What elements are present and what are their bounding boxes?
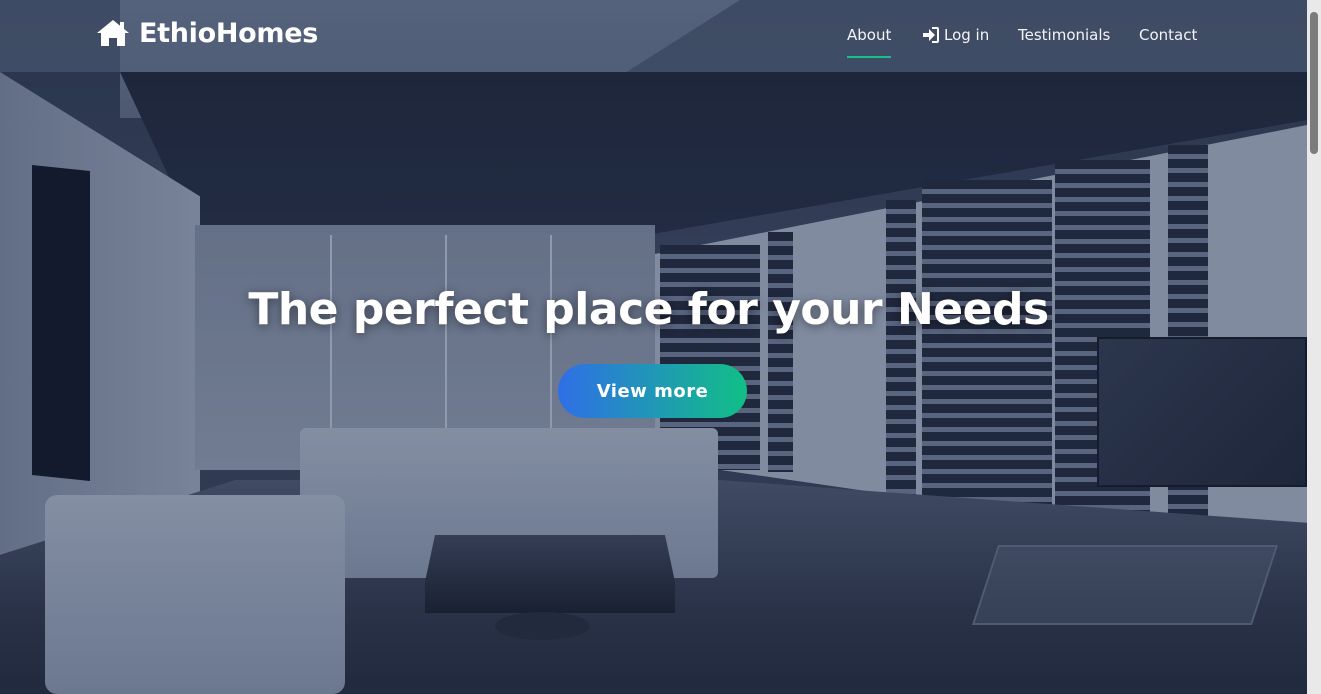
hero-background <box>0 0 1307 694</box>
nav-link-label: Testimonials <box>1018 26 1111 44</box>
nav-link-login[interactable]: Log in <box>922 26 989 44</box>
hero-overlay <box>0 0 1307 694</box>
nav-link-contact[interactable]: Contact <box>1139 26 1197 44</box>
nav-link-testimonials[interactable]: Testimonials <box>1018 26 1110 44</box>
nav-link-label: Contact <box>1139 26 1198 44</box>
navbar: EthioHomes About Log in Testimonials Con… <box>0 0 1307 72</box>
brand-link[interactable]: EthioHomes <box>95 16 318 50</box>
home-icon <box>97 20 129 46</box>
nav-link-label: About <box>847 26 892 44</box>
hero-headline: The perfect place for your Needs <box>248 284 1049 335</box>
nav-link-about[interactable]: About <box>847 26 892 58</box>
scrollbar-thumb[interactable] <box>1310 12 1318 154</box>
brand-name: EthioHomes <box>139 17 319 49</box>
nav-link-label: Log in <box>944 26 990 44</box>
view-more-button[interactable]: View more <box>558 364 747 418</box>
scrollbar[interactable] <box>1307 0 1321 694</box>
sign-in-icon <box>923 27 939 43</box>
